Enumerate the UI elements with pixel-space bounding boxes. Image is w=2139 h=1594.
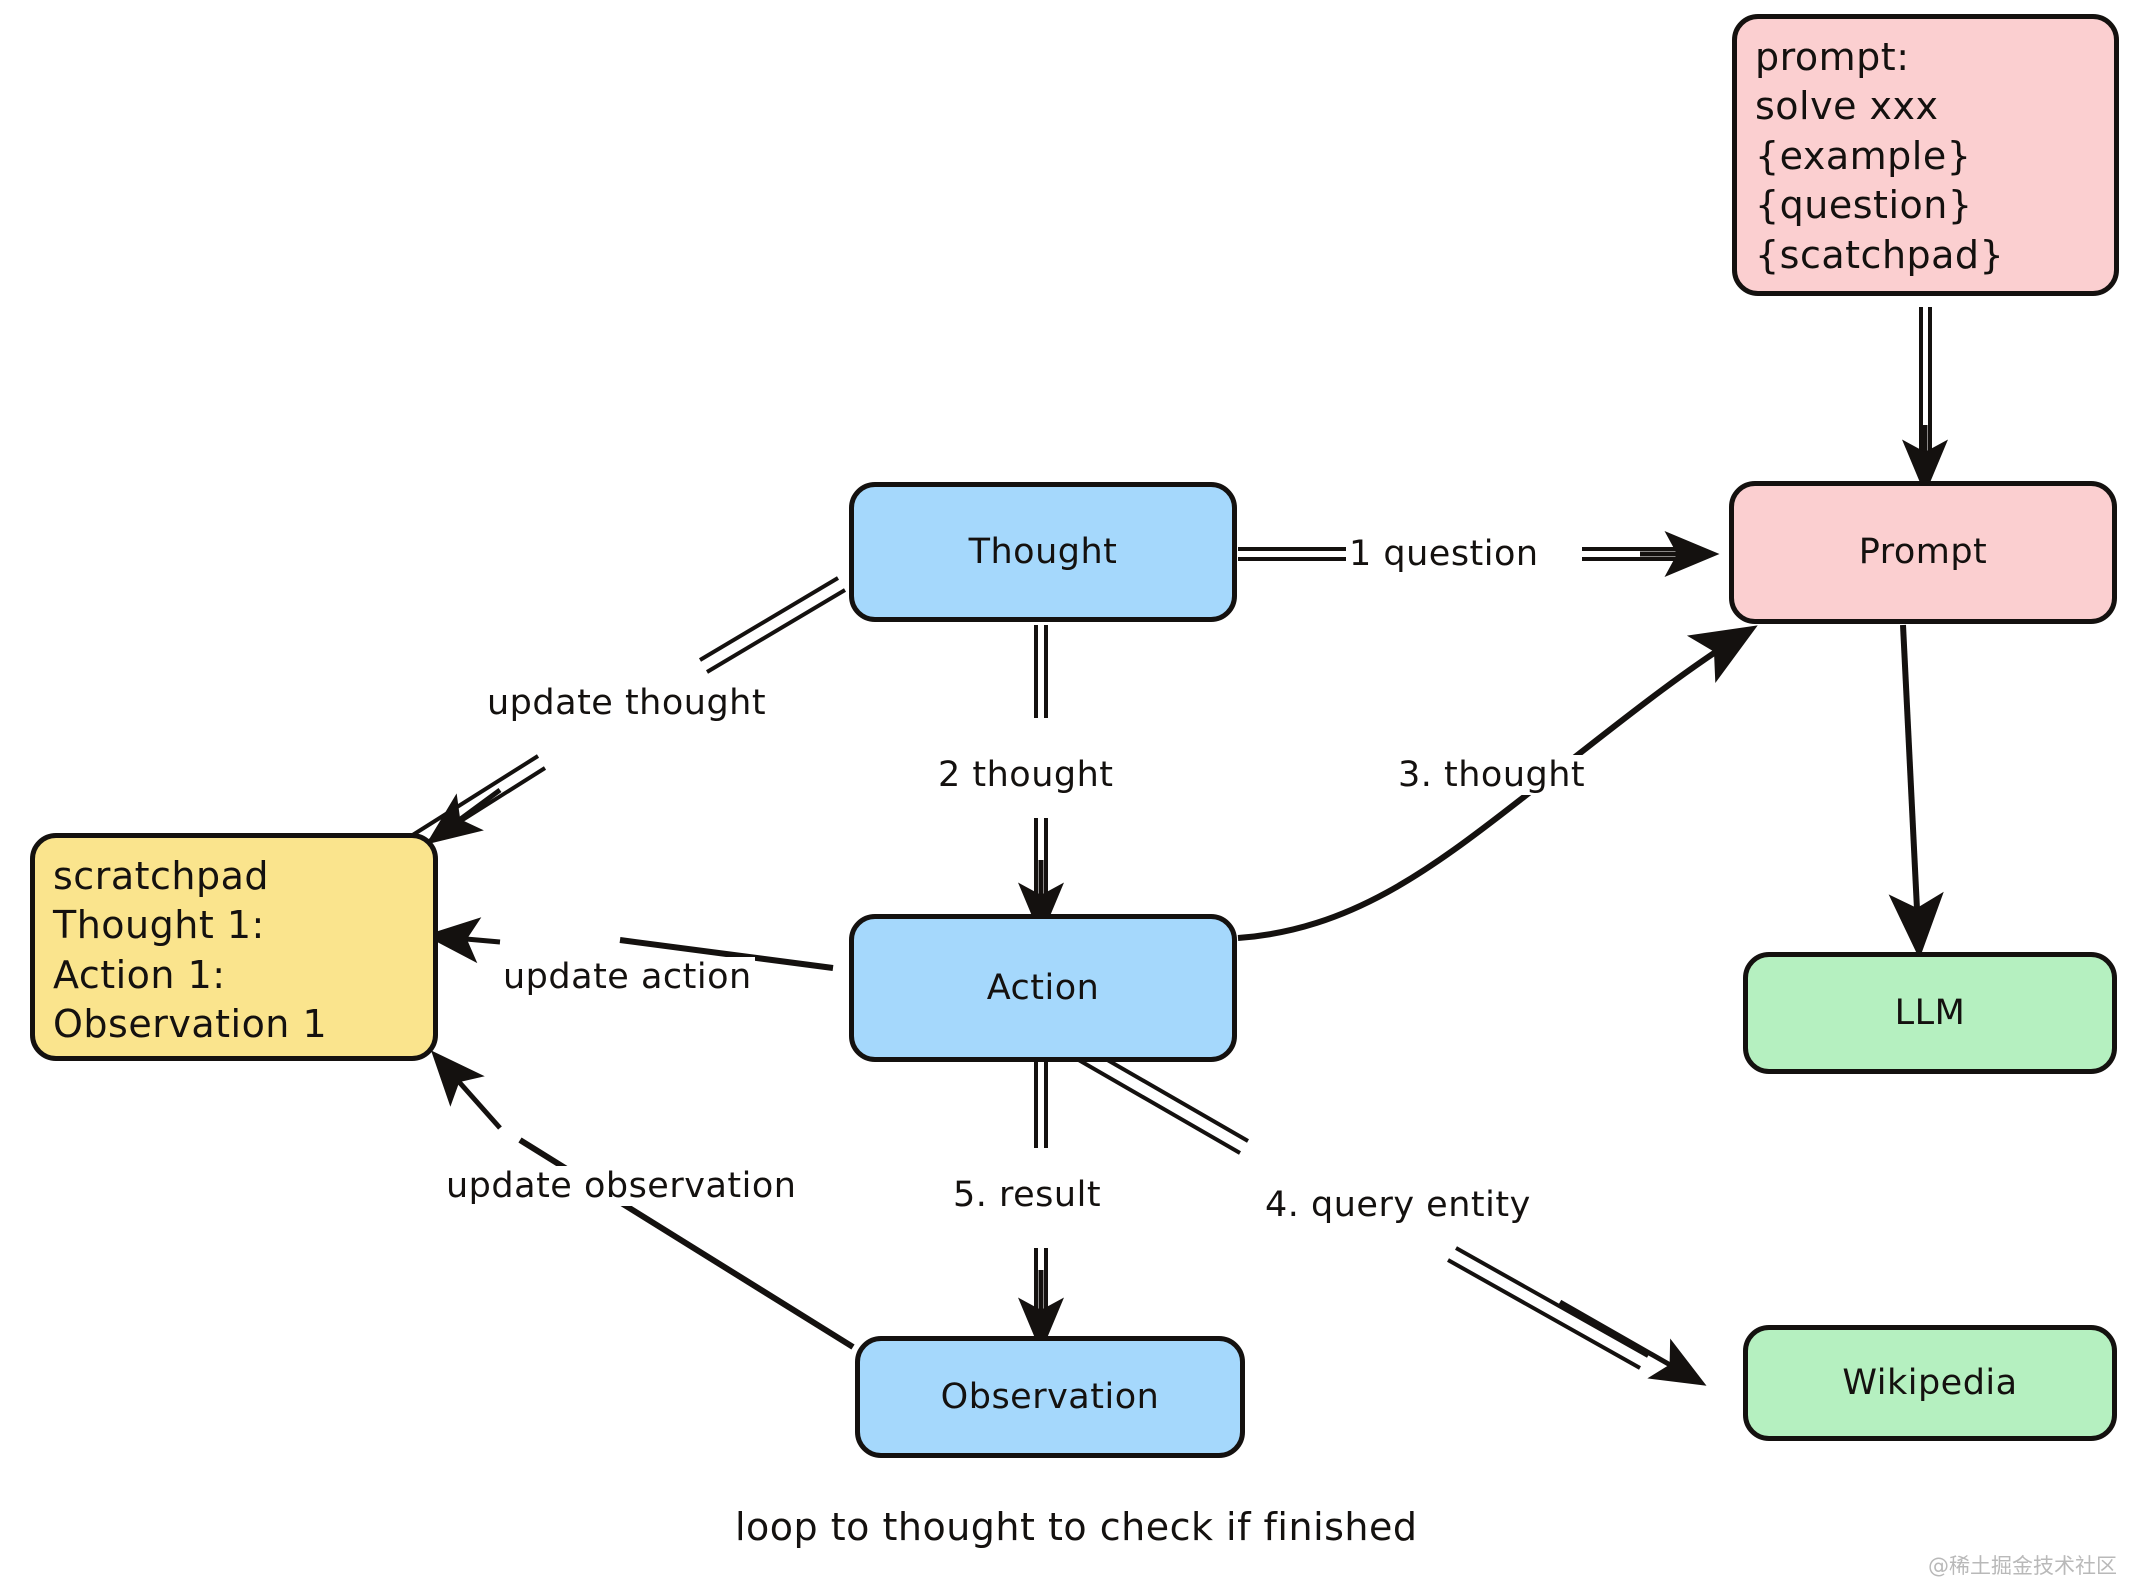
node-scratchpad[interactable]: scratchpad Thought 1: Action 1: Observat… — [30, 833, 438, 1061]
edge-prompt-to-llm — [1888, 624, 1944, 959]
node-observation-label: Observation — [940, 1376, 1160, 1417]
node-wikipedia-label: Wikipedia — [1842, 1362, 2018, 1403]
node-thought[interactable]: Thought — [849, 482, 1237, 622]
watermark: @稀土掘金技术社区 — [1928, 1554, 2117, 1578]
node-action-label: Action — [986, 967, 1100, 1008]
edge-label-question: 1 question — [1346, 534, 1542, 574]
edge-label-update-observation: update observation — [443, 1166, 800, 1206]
edge-prompt-template-to-prompt — [1902, 307, 1948, 495]
node-action[interactable]: Action — [849, 914, 1237, 1062]
edge-label-4-query-entity: 4. query entity — [1262, 1185, 1534, 1225]
node-scratchpad-label: scratchpad Thought 1: Action 1: Observat… — [53, 854, 328, 1047]
node-prompt[interactable]: Prompt — [1729, 481, 2117, 624]
node-wikipedia[interactable]: Wikipedia — [1743, 1325, 2117, 1441]
edge-label-update-thought: update thought — [484, 683, 770, 723]
edge-label-5-result: 5. result — [950, 1175, 1105, 1215]
edge-label-update-action: update action — [500, 957, 755, 997]
node-prompt-template-label: prompt: solve xxx {example} {question} {… — [1755, 35, 2005, 277]
edge-label-2-thought: 2 thought — [935, 755, 1117, 795]
node-llm[interactable]: LLM — [1743, 952, 2117, 1074]
edge-label-3-thought: 3. thought — [1395, 755, 1589, 795]
node-observation[interactable]: Observation — [855, 1336, 1245, 1458]
diagram-caption: loop to thought to check if finished — [735, 1505, 1418, 1549]
node-llm-label: LLM — [1894, 992, 1966, 1033]
node-thought-label: Thought — [968, 531, 1118, 572]
node-prompt-label: Prompt — [1858, 532, 1988, 573]
node-prompt-template[interactable]: prompt: solve xxx {example} {question} {… — [1732, 14, 2119, 296]
